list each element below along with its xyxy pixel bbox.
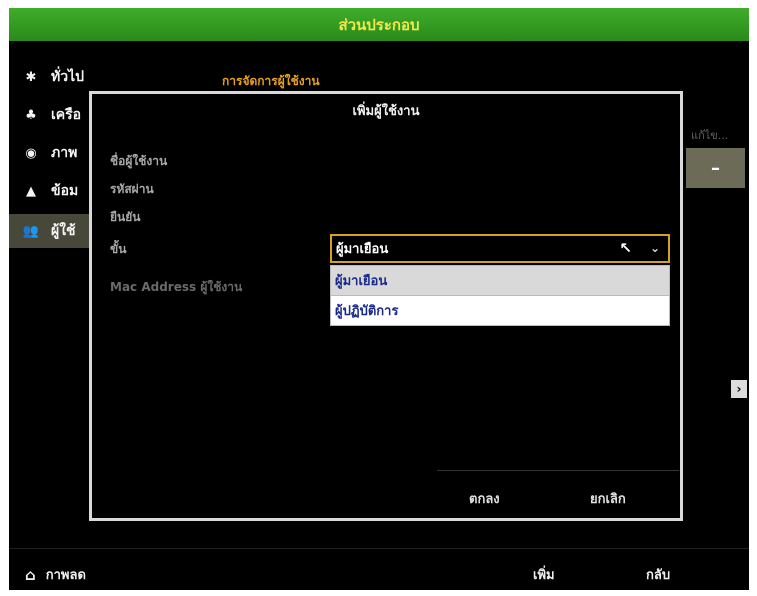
mouse-cursor-icon: ↖ xyxy=(619,239,632,257)
button-divider xyxy=(437,470,679,471)
home-button[interactable]: ⌂ กาพลด xyxy=(25,564,86,585)
sidebar-item-label: เครือ xyxy=(51,107,82,123)
home-icon: ⌂ xyxy=(25,565,36,584)
level-select[interactable]: ผู้มาเยือน ↖ ⌄ xyxy=(330,234,670,263)
level-select-value: ผู้มาเยือน xyxy=(336,242,389,257)
add-user-dialog: เพิ่มผู้ใช้งาน ชื่อผู้ใช้งาน รหัสผ่าน ยื… xyxy=(89,91,683,521)
network-icon: ♣ xyxy=(25,107,37,123)
users-icon: 👥 xyxy=(22,223,40,239)
sidebar-item-info[interactable]: ▲ ข้อม xyxy=(9,172,99,210)
bottom-divider xyxy=(9,548,749,549)
confirm-label: ยืนยัน xyxy=(110,210,141,224)
chevron-down-icon: ⌄ xyxy=(649,241,660,255)
sidebar-item-general[interactable]: ✱ ทั่วไป xyxy=(9,58,99,96)
sidebar-item-users[interactable]: 👥 ผู้ใช้ xyxy=(9,214,99,248)
dvr-screen: ส่วนประกอบ ✱ ทั่วไป ♣ เครือ ◉ ภาพ ▲ ข้อม… xyxy=(9,8,749,590)
window-title: ส่วนประกอบ xyxy=(9,8,749,41)
sidebar-item-label: ทั่วไป xyxy=(51,69,85,85)
add-button[interactable]: เพิ่ม xyxy=(533,564,555,585)
delete-user-button[interactable]: – xyxy=(686,148,745,188)
username-label: ชื่อผู้ใช้งาน xyxy=(110,154,168,168)
home-label: กาพลด xyxy=(45,568,86,583)
mac-address-label: Mac Address ผู้ใช้งาน xyxy=(110,280,243,294)
cancel-button[interactable]: ยกเลิก xyxy=(590,488,626,509)
sidebar-item-label: ภาพ xyxy=(51,145,78,161)
right-column-header: แก้ไข... xyxy=(691,129,729,142)
sidebar: ✱ ทั่วไป ♣ เครือ ◉ ภาพ ▲ ข้อม 👥 ผู้ใช้ xyxy=(9,58,99,248)
dialog-title: เพิ่มผู้ใช้งาน xyxy=(352,104,420,119)
eye-icon: ◉ xyxy=(25,145,37,161)
password-label: รหัสผ่าน xyxy=(110,182,154,196)
sidebar-item-image[interactable]: ◉ ภาพ xyxy=(9,134,99,172)
back-button[interactable]: กลับ xyxy=(646,564,670,585)
warning-icon: ▲ xyxy=(26,183,36,199)
dropdown-option-operator[interactable]: ผู้ปฏิบัติการ xyxy=(331,295,669,325)
sidebar-item-label: ข้อม xyxy=(51,183,79,199)
scroll-right-icon[interactable]: › xyxy=(731,380,747,398)
sidebar-item-label: ผู้ใช้ xyxy=(51,223,76,239)
dropdown-option-visitor[interactable]: ผู้มาเยือน xyxy=(331,266,669,295)
gear-icon: ✱ xyxy=(25,69,37,85)
level-label: ขั้น xyxy=(110,242,127,256)
ok-button[interactable]: ตกลง xyxy=(469,488,500,509)
sidebar-item-network[interactable]: ♣ เครือ xyxy=(9,96,99,134)
section-title: การจัดการผู้ใช้งาน xyxy=(222,74,320,88)
level-dropdown-list: ผู้มาเยือน ผู้ปฏิบัติการ xyxy=(330,265,670,326)
